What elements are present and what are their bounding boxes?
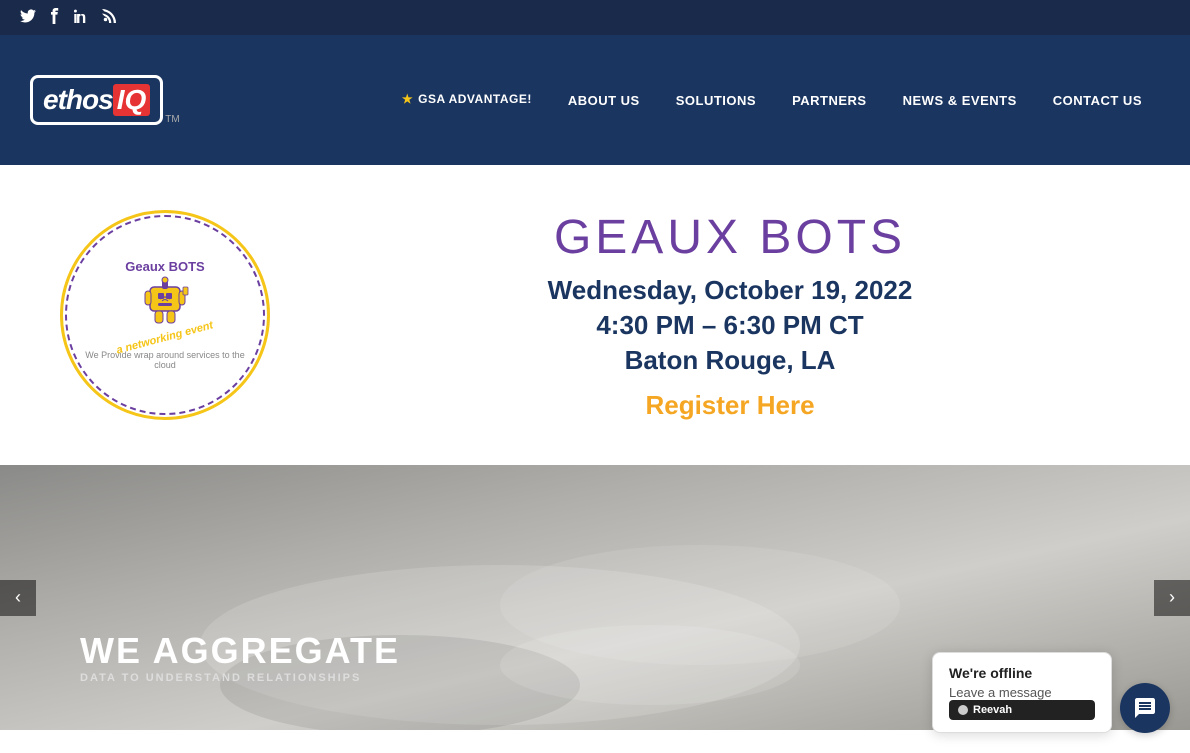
event-logo: Geaux BOTS a networking event We (60, 210, 270, 420)
hero-subtitle: DATA TO UNDERSTAND RELATIONSHIPS (80, 672, 400, 684)
navbar: ethos IQ TM ★ GSA ADVANTAGE! ABOUT US SO… (0, 35, 1190, 165)
event-title: GEAUX BOTS (330, 210, 1130, 265)
nav-links: ★ GSA ADVANTAGE! ABOUT US SOLUTIONS PART… (220, 82, 1160, 118)
logo-iq-text: IQ (113, 84, 151, 116)
event-logo-cloud-text: We Provide wrap around services to the c… (77, 350, 253, 372)
carousel-prev-button[interactable]: ‹ (0, 580, 36, 616)
logo-tm: TM (165, 114, 179, 125)
event-logo-top-text: Geaux BOTS (125, 259, 204, 275)
chat-brand: Reevah (949, 700, 1095, 720)
event-date: Wednesday, October 19, 2022 (330, 275, 1130, 306)
star-icon: ★ (402, 92, 413, 108)
robot-icon (140, 275, 190, 330)
chat-bubble[interactable]: We're offline Leave a message Reevah (932, 652, 1112, 733)
event-section: Geaux BOTS a networking event We (0, 165, 1190, 465)
logo[interactable]: ethos IQ TM (30, 75, 180, 125)
event-time: 4:30 PM – 6:30 PM CT (330, 310, 1130, 341)
hero-content: WE AGGREGATE DATA TO UNDERSTAND RELATION… (80, 630, 400, 690)
chat-action: Leave a message (949, 685, 1095, 700)
logo-ethos-text: ethos (43, 84, 113, 116)
social-bar (0, 0, 1190, 35)
rss-icon[interactable] (102, 9, 116, 26)
carousel-next-button[interactable]: › (1154, 580, 1190, 616)
event-logo-inner: Geaux BOTS a networking event We (65, 215, 265, 415)
hero-title: WE AGGREGATE (80, 630, 400, 672)
chat-widget: We're offline Leave a message Reevah (932, 652, 1170, 733)
nav-news[interactable]: NEWS & EVENTS (885, 83, 1035, 118)
facebook-icon[interactable] (50, 8, 60, 27)
nav-contact[interactable]: CONTACT US (1035, 83, 1160, 118)
nav-about[interactable]: ABOUT US (550, 83, 658, 118)
event-details: GEAUX BOTS Wednesday, October 19, 2022 4… (330, 210, 1130, 421)
logo-box: ethos IQ (30, 75, 163, 125)
twitter-icon[interactable] (20, 9, 36, 26)
linkedin-icon[interactable] (74, 9, 88, 26)
nav-solutions[interactable]: SOLUTIONS (658, 83, 774, 118)
chat-open-button[interactable] (1120, 683, 1170, 733)
register-link[interactable]: Register Here (645, 390, 814, 420)
event-location: Baton Rouge, LA (330, 345, 1130, 376)
nav-partners[interactable]: PARTNERS (774, 83, 885, 118)
nav-gsa[interactable]: ★ GSA ADVANTAGE! (384, 82, 550, 118)
chat-status: We're offline (949, 665, 1095, 681)
